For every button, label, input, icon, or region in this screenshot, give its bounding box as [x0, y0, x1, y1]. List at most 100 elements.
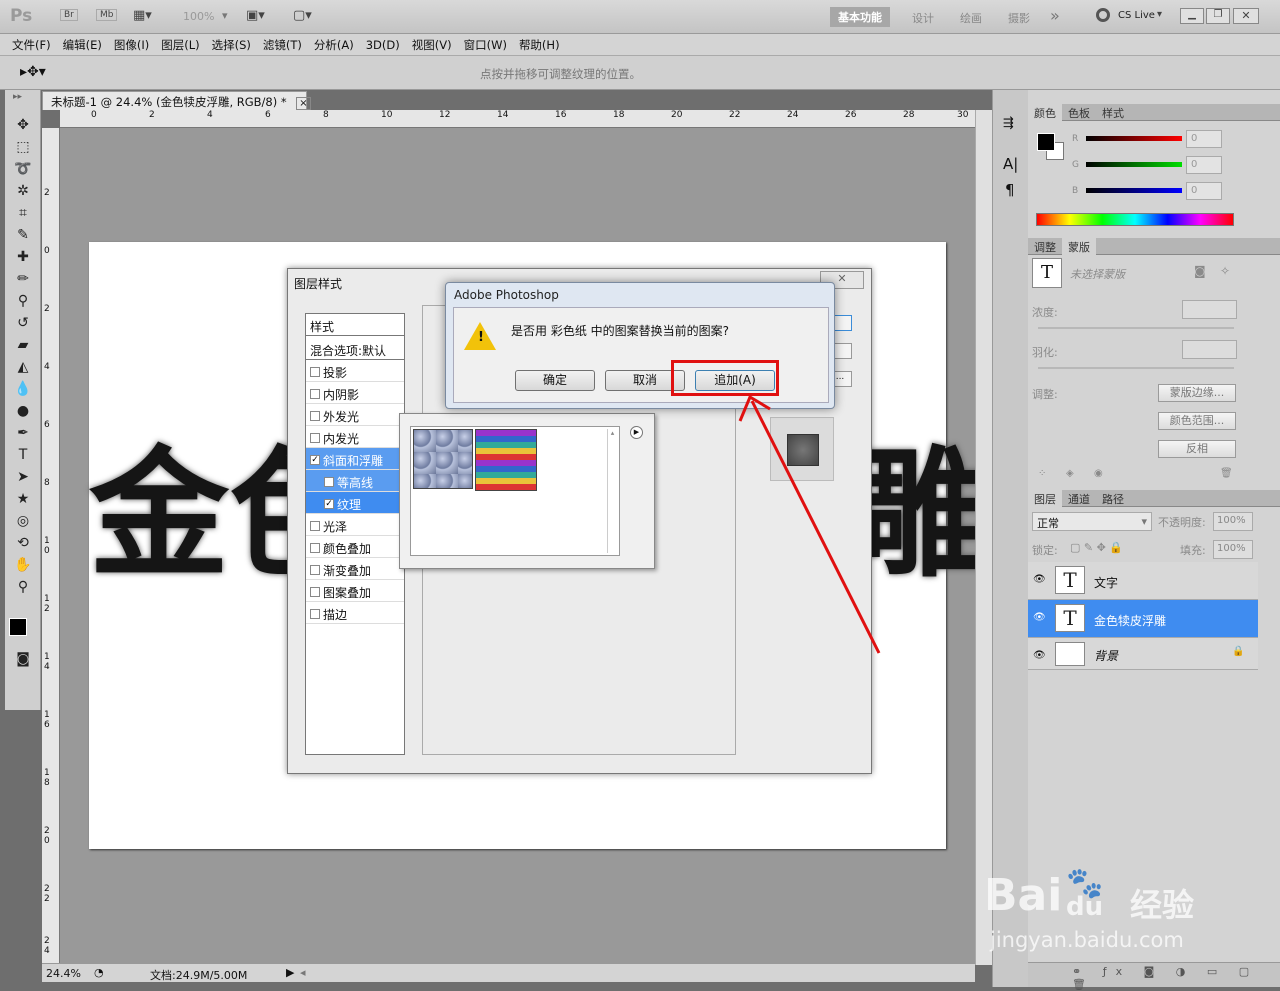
- style-item[interactable]: ✓ 斜面和浮雕: [306, 448, 404, 470]
- style-item[interactable]: 内发光: [306, 426, 404, 448]
- style-checkbox[interactable]: [310, 389, 320, 399]
- menu-layer[interactable]: 图层(L): [155, 34, 205, 56]
- arrange-documents-icon[interactable]: ▣▾: [246, 8, 265, 23]
- menu-edit[interactable]: 编辑(E): [57, 34, 108, 56]
- zoom-tool-icon[interactable]: ⚲: [10, 576, 36, 598]
- styles-header[interactable]: 样式: [306, 314, 404, 336]
- style-item[interactable]: ✓ 纹理: [306, 492, 404, 514]
- style-item[interactable]: 颜色叠加: [306, 536, 404, 558]
- add-pixel-mask-icon[interactable]: ◙: [1194, 264, 1206, 278]
- menu-window[interactable]: 窗口(W): [458, 34, 513, 56]
- marquee-tool-icon[interactable]: ⬚: [10, 136, 36, 158]
- crop-tool-icon[interactable]: ⌗: [10, 202, 36, 224]
- status-zoom[interactable]: 24.4%: [46, 967, 81, 980]
- pattern-scrollbar[interactable]: ▴: [607, 429, 617, 553]
- quick-select-tool-icon[interactable]: ✲: [10, 180, 36, 202]
- dodge-tool-icon[interactable]: ●: [10, 400, 36, 422]
- red-value[interactable]: 0: [1186, 130, 1222, 148]
- history-panel-icon[interactable]: ⇶: [1003, 116, 1028, 131]
- pattern-menu-icon[interactable]: ▶: [630, 426, 643, 439]
- style-item[interactable]: 等高线: [306, 470, 404, 492]
- add-vector-mask-icon[interactable]: ✧: [1220, 264, 1230, 278]
- quick-mask-icon[interactable]: ◙: [10, 648, 36, 670]
- tab-styles[interactable]: 样式: [1096, 104, 1130, 122]
- menu-view[interactable]: 视图(V): [406, 34, 458, 56]
- tab-paths[interactable]: 路径: [1096, 490, 1130, 508]
- style-checkbox[interactable]: [310, 609, 320, 619]
- hand-tool-icon[interactable]: ✋: [10, 554, 36, 576]
- blue-slider[interactable]: [1086, 188, 1182, 193]
- green-slider[interactable]: [1086, 162, 1182, 167]
- workspace-photography[interactable]: 摄影: [1008, 10, 1030, 26]
- style-checkbox[interactable]: [310, 543, 320, 553]
- style-item[interactable]: 光泽: [306, 514, 404, 536]
- visibility-eye-icon[interactable]: 👁: [1033, 574, 1046, 585]
- feather-slider[interactable]: [1038, 367, 1234, 369]
- style-checkbox[interactable]: [324, 477, 334, 487]
- tab-color[interactable]: 颜色: [1028, 104, 1062, 122]
- style-item[interactable]: 渐变叠加: [306, 558, 404, 580]
- density-slider[interactable]: [1038, 327, 1234, 329]
- style-checkbox[interactable]: [310, 565, 320, 575]
- color-spectrum-bar[interactable]: [1036, 213, 1234, 226]
- menu-3d[interactable]: 3D(D): [360, 35, 406, 55]
- foreground-color-swatch[interactable]: [9, 618, 27, 636]
- style-checkbox[interactable]: [310, 411, 320, 421]
- bridge-button[interactable]: Br: [60, 9, 78, 21]
- status-menu-arrow-icon[interactable]: ▶: [286, 966, 294, 979]
- brush-tool-icon[interactable]: ✏: [10, 268, 36, 290]
- apply-mask-icon[interactable]: ◈: [1066, 468, 1074, 479]
- menu-help[interactable]: 帮助(H): [513, 34, 566, 56]
- layer-row-selected[interactable]: 👁 T 金色犊皮浮雕: [1028, 600, 1258, 638]
- zoom-dropdown-icon[interactable]: ▾: [222, 9, 228, 22]
- mini-bridge-button[interactable]: Mb: [96, 9, 118, 21]
- menu-analysis[interactable]: 分析(A): [308, 34, 360, 56]
- load-selection-icon[interactable]: ⁘: [1038, 468, 1046, 479]
- visibility-eye-icon[interactable]: 👁: [1033, 612, 1046, 623]
- blend-mode-select[interactable]: 正常 ▾: [1032, 512, 1152, 531]
- menu-filter[interactable]: 滤镜(T): [257, 34, 308, 56]
- view-extras-icon[interactable]: ▦▾: [133, 8, 152, 23]
- layer-row[interactable]: 👁 背景 🔒: [1028, 638, 1258, 670]
- workspace-painting[interactable]: 绘画: [960, 10, 982, 26]
- tab-layers[interactable]: 图层: [1028, 490, 1062, 508]
- tab-masks[interactable]: 蒙版: [1062, 238, 1096, 256]
- style-item[interactable]: 外发光: [306, 404, 404, 426]
- blend-options-item[interactable]: 混合选项:默认: [306, 338, 404, 360]
- status-icon[interactable]: ◔: [94, 966, 104, 979]
- pattern-swatch-bubbles[interactable]: [413, 429, 473, 489]
- screen-mode-icon[interactable]: ▢▾: [293, 8, 312, 23]
- tab-adjustments[interactable]: 调整: [1028, 238, 1062, 256]
- zoom-level[interactable]: 100%: [183, 10, 214, 23]
- eraser-tool-icon[interactable]: ▰: [10, 334, 36, 356]
- style-checkbox[interactable]: [310, 587, 320, 597]
- fill-field[interactable]: 100%: [1213, 540, 1253, 559]
- close-document-icon[interactable]: ×: [296, 97, 311, 110]
- tab-swatches[interactable]: 色板: [1062, 104, 1096, 122]
- blue-value[interactable]: 0: [1186, 182, 1222, 200]
- type-tool-icon[interactable]: T: [10, 444, 36, 466]
- cs-live-button[interactable]: CS Live: [1118, 10, 1155, 21]
- opacity-field[interactable]: 100%: [1213, 512, 1253, 531]
- style-checkbox[interactable]: ✓: [324, 499, 334, 509]
- style-checkbox[interactable]: [310, 367, 320, 377]
- move-tool-preset-icon[interactable]: ▸✥▾: [20, 64, 46, 80]
- tab-channels[interactable]: 通道: [1062, 490, 1096, 508]
- mask-edge-button[interactable]: 蒙版边缘...: [1158, 384, 1236, 402]
- 3d-rotate-tool-icon[interactable]: ◎: [10, 510, 36, 532]
- style-checkbox[interactable]: ✓: [310, 455, 320, 465]
- healing-brush-tool-icon[interactable]: ✚: [10, 246, 36, 268]
- minimize-icon[interactable]: ▁: [1180, 8, 1204, 24]
- 3d-orbit-tool-icon[interactable]: ⟲: [10, 532, 36, 554]
- layer-row[interactable]: 👁 T 文字: [1028, 562, 1258, 600]
- style-checkbox[interactable]: [310, 521, 320, 531]
- document-tab[interactable]: 未标题-1 @ 24.4% (金色犊皮浮雕, RGB/8) * ×: [42, 91, 311, 110]
- menu-file[interactable]: 文件(F): [6, 34, 57, 56]
- vertical-scrollbar[interactable]: [975, 110, 992, 965]
- shape-tool-icon[interactable]: ★: [10, 488, 36, 510]
- more-workspaces-icon[interactable]: »: [1050, 6, 1060, 25]
- menu-image[interactable]: 图像(I): [108, 34, 155, 56]
- delete-mask-icon[interactable]: 🗑: [1220, 468, 1233, 479]
- blur-tool-icon[interactable]: 💧: [10, 378, 36, 400]
- lock-icons[interactable]: ▢ ✎ ✥ 🔒: [1070, 541, 1123, 554]
